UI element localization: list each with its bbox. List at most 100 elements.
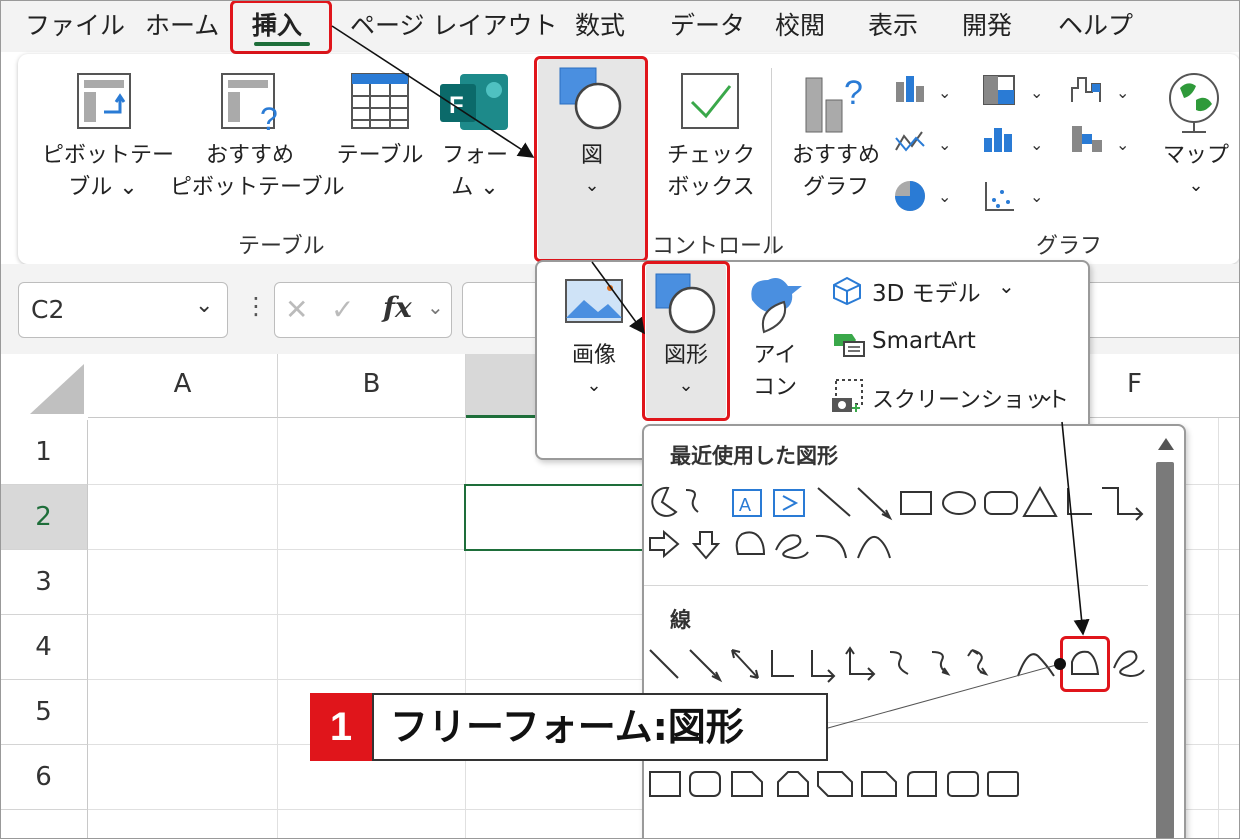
chart-types-col2: ⌄ ⌄ ⌄: [983, 75, 1043, 211]
recommended-pivot-icon[interactable]: ?: [220, 72, 286, 134]
tab-view[interactable]: 表示: [868, 6, 918, 42]
checkbox-label-2: ボックス: [667, 175, 755, 200]
table-button[interactable]: テーブル: [336, 140, 424, 172]
recommended-charts-button[interactable]: おすすめ グラフ: [788, 140, 884, 204]
row-header-5[interactable]: 5: [0, 680, 88, 745]
callout-step-number: 1: [310, 693, 372, 761]
pivot-table-label: ピボットテー: [42, 143, 175, 168]
icons-icon: [751, 278, 802, 334]
svg-text:?: ?: [260, 101, 278, 134]
group-label-charts: グラフ: [1036, 234, 1103, 259]
name-box-dropdown-icon[interactable]: ⌄: [195, 293, 213, 318]
checkbox-button[interactable]: チェック ボックス: [664, 140, 758, 204]
highlight-insert-tab: [230, 0, 332, 54]
formula-buttons: ✕ ✓ fx ⌄: [274, 282, 452, 338]
row-header-4[interactable]: 4: [0, 615, 88, 680]
recent-shapes-grid[interactable]: A: [646, 486, 1146, 566]
pictures-button[interactable]: 画像: [556, 340, 632, 372]
selected-cell-c2[interactable]: [464, 484, 656, 551]
group-label-controls: コントロール: [652, 234, 785, 259]
highlight-illustrations: [534, 56, 648, 262]
recommended-pivot-button[interactable]: おすすめ ピボットテーブル: [170, 140, 345, 204]
scroll-up-icon[interactable]: [1156, 434, 1176, 452]
svg-text:⌄: ⌄: [1030, 187, 1043, 206]
pictures-chevron-icon: ⌄: [586, 375, 602, 396]
table-icon[interactable]: [350, 72, 410, 130]
column-header-b[interactable]: B: [278, 354, 466, 418]
checkbox-label: チェック: [666, 143, 755, 168]
insert-function-icon[interactable]: fx: [383, 291, 412, 324]
svg-text:⌄: ⌄: [1116, 83, 1129, 102]
row-header-3[interactable]: 3: [0, 550, 88, 615]
rectangles-shapes-grid[interactable]: [646, 768, 1026, 802]
tab-review[interactable]: 校閲: [775, 6, 825, 42]
column-header-a[interactable]: A: [88, 354, 278, 418]
highlight-shapes: [642, 261, 730, 421]
highlight-freeform-shape: [1060, 636, 1110, 692]
pivot-table-button[interactable]: ピボットテー ブル ⌄: [42, 140, 175, 204]
ribbon-separator: [771, 68, 772, 254]
lines-section-title: 線: [670, 608, 691, 632]
3d-models-chevron-icon[interactable]: ⌄: [998, 274, 1015, 298]
tab-data[interactable]: データ: [670, 6, 745, 42]
chart-types-col3: ⌄ ⌄: [1071, 77, 1129, 154]
group-label-table: テーブル: [238, 234, 325, 259]
gallery-scrollbar[interactable]: [1150, 430, 1180, 839]
gallery-separator: [644, 585, 1148, 586]
row-header-1[interactable]: 1: [0, 420, 88, 485]
grid-line: [1218, 418, 1219, 839]
screenshot-chevron-icon[interactable]: ⌄: [1038, 382, 1055, 406]
forms-label: フォー: [441, 143, 508, 168]
row-header-6[interactable]: 6: [0, 745, 88, 810]
fx-dropdown-icon[interactable]: ⌄: [427, 295, 444, 319]
chart-types-col1: ⌄ ⌄ ⌄: [895, 76, 951, 211]
row-header-7[interactable]: [0, 810, 88, 839]
recent-shapes-title: 最近使用した図形: [670, 444, 838, 468]
vertical-dots-icon[interactable]: ⋮: [244, 292, 268, 320]
map-globe-icon[interactable]: [1166, 70, 1226, 136]
callout-label: フリーフォーム:図形: [372, 693, 828, 761]
column-chart-icon: [896, 76, 924, 102]
recommended-pivot-label-2: ピボットテーブル: [170, 175, 345, 200]
svg-text:A: A: [739, 495, 751, 515]
recommended-charts-label: おすすめ: [791, 143, 880, 168]
name-box[interactable]: C2 ⌄: [18, 282, 228, 338]
icons-label-2: コン: [752, 375, 797, 400]
pivot-table-label-2: ブル ⌄: [68, 175, 138, 200]
svg-text:⌄: ⌄: [1030, 135, 1043, 154]
smartart-icon: [834, 334, 865, 357]
recommended-charts-icon[interactable]: ?: [804, 70, 874, 134]
tab-help[interactable]: ヘルプ: [1058, 6, 1133, 42]
checkbox-icon[interactable]: [680, 72, 740, 130]
maps-chevron-icon: ⌄: [1188, 175, 1204, 196]
smartart-button[interactable]: SmartArt: [872, 328, 976, 354]
grid-line: [465, 418, 466, 839]
svg-text:⌄: ⌄: [938, 83, 951, 102]
tab-page-layout[interactable]: ページ レイアウト: [350, 6, 557, 42]
select-all-corner[interactable]: [0, 354, 88, 418]
screenshot-icon: [832, 379, 863, 412]
forms-label-2: ム ⌄: [451, 175, 499, 200]
recommended-pivot-label: おすすめ: [205, 143, 294, 168]
scrollbar-thumb[interactable]: [1156, 462, 1174, 839]
3d-model-icon: [833, 276, 861, 306]
pivot-table-icon[interactable]: [76, 72, 132, 130]
maps-label[interactable]: マップ: [1158, 140, 1234, 172]
tab-home[interactable]: ホーム: [145, 6, 219, 42]
tab-developer[interactable]: 開発: [962, 6, 1012, 42]
svg-text:⌄: ⌄: [1030, 83, 1043, 102]
svg-text:?: ?: [844, 74, 863, 112]
name-box-value: C2: [31, 295, 65, 324]
row-header-2[interactable]: 2: [0, 485, 88, 550]
tab-formulas[interactable]: 数式: [575, 6, 625, 42]
cancel-icon[interactable]: ✕: [285, 293, 308, 326]
svg-text:⌄: ⌄: [938, 135, 951, 154]
tab-file[interactable]: ファイル: [25, 6, 125, 42]
enter-icon[interactable]: ✓: [331, 293, 354, 326]
3d-models-button[interactable]: 3D モデル: [872, 274, 981, 308]
forms-button[interactable]: フォー ム ⌄: [436, 140, 514, 204]
icons-button[interactable]: アイ コン: [740, 340, 810, 404]
recommended-charts-label-2: グラフ: [802, 175, 869, 200]
forms-icon[interactable]: F: [440, 72, 510, 132]
svg-text:F: F: [449, 92, 464, 119]
